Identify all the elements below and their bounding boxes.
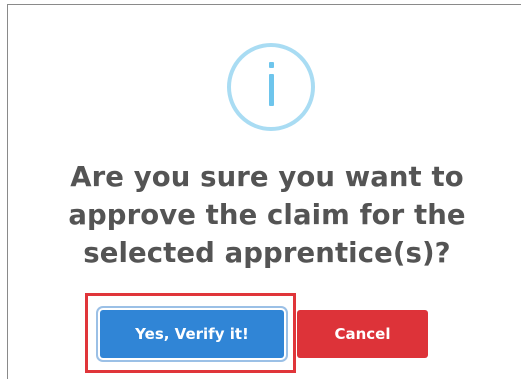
verify-button[interactable]: Yes, Verify it! [100, 310, 284, 358]
info-icon-dot [269, 62, 274, 68]
info-icon [227, 43, 315, 131]
dialog-title: Are you sure you want to approve the cla… [68, 161, 466, 269]
cancel-button[interactable]: Cancel [297, 310, 428, 358]
info-icon-bar [269, 74, 274, 106]
